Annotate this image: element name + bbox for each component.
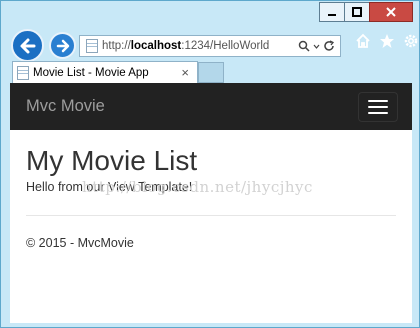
page-footer: © 2015 - MvcMovie [26,235,134,250]
watermark-text: http://blog.csdn.net/jhycjhyc [82,178,313,196]
url-path: :1234/HelloWorld [181,40,270,52]
back-arrow-icon [20,38,35,53]
browser-tab-active[interactable]: Movie List - Movie App × [12,61,198,83]
content-divider [26,214,396,216]
browser-window: http://localhost:1234/HelloWorld Movie … [0,0,420,328]
site-navbar: Mvc Movie [10,83,412,130]
browser-tool-icons [355,33,419,49]
address-bar[interactable]: http://localhost:1234/HelloWorld [79,35,341,57]
address-tools [298,40,340,52]
search-icon[interactable] [298,40,310,52]
close-icon [386,7,396,17]
hamburger-bar [368,111,388,114]
minimize-button[interactable] [319,2,345,22]
hamburger-bar [368,105,388,108]
hamburger-bar [368,99,388,102]
page-content: My Movie List http://blog.csdn.net/jhycj… [10,145,412,250]
maximize-button[interactable] [344,2,370,22]
navigation-bar: http://localhost:1234/HelloWorld [11,29,418,62]
url-host: localhost [130,40,182,52]
gear-icon[interactable] [403,33,419,49]
star-icon[interactable] [379,33,395,49]
forward-arrow-icon [56,39,69,52]
tab-title: Movie List - Movie App [33,66,149,79]
chevron-down-icon[interactable] [313,40,320,52]
close-window-button[interactable] [369,2,413,22]
tab-page-icon [17,65,29,80]
home-icon[interactable] [355,33,371,49]
minimize-icon [328,14,336,16]
forward-button[interactable] [49,32,76,59]
new-tab-button[interactable] [198,62,224,83]
page-title: My Movie List [26,145,198,176]
maximize-icon [352,7,362,17]
back-button[interactable] [11,29,44,62]
url-prefix: http:// [102,40,131,52]
navbar-toggle-button[interactable] [358,91,398,122]
brand-link[interactable]: Mvc Movie [26,97,105,116]
tab-close-button[interactable]: × [181,65,189,80]
window-caption-buttons [319,2,413,22]
refresh-icon[interactable] [323,40,335,52]
page-viewport: Mvc Movie My Movie List http://blog.csdn… [10,83,412,323]
page-icon [86,39,98,53]
